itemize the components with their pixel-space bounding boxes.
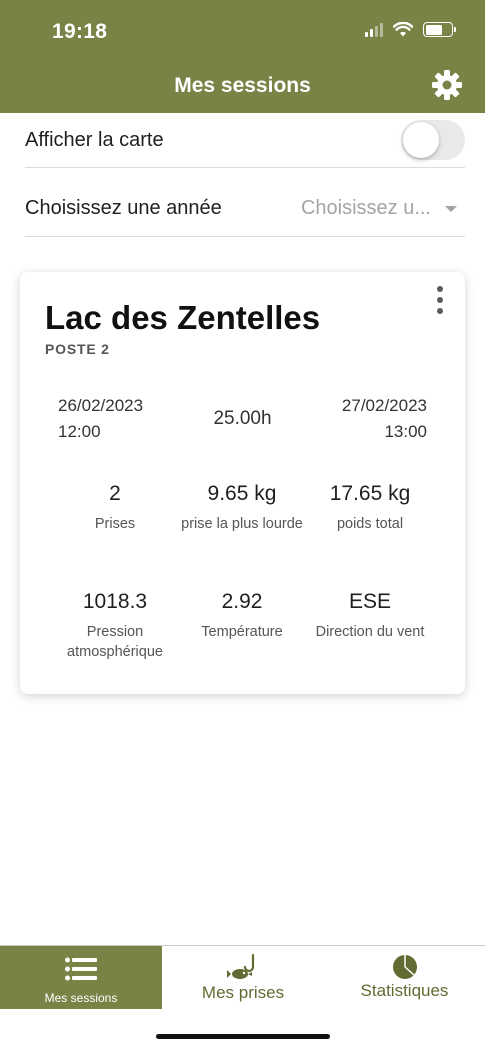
home-indicator xyxy=(156,1034,330,1039)
stat-catches: 2 Prises xyxy=(50,482,180,534)
tab-statistics[interactable]: Statistiques xyxy=(324,946,485,1009)
stat-value: ESE xyxy=(348,590,392,613)
stat-label: Prises xyxy=(94,516,136,532)
stat-temperature: 2.92 Température xyxy=(177,590,307,642)
session-subtitle: POSTE 2 xyxy=(45,341,110,357)
status-time: 19:18 xyxy=(52,20,108,43)
stat-label: poids total xyxy=(336,516,404,532)
tab-statistics-label: Statistiques xyxy=(360,981,449,1000)
year-dropdown[interactable]: Choisissez u... xyxy=(301,197,465,220)
stat-label: Direction du vent xyxy=(315,624,425,640)
show-map-toggle[interactable] xyxy=(401,120,465,160)
caret-down-icon xyxy=(445,205,457,212)
tab-catches[interactable]: Mes prises xyxy=(162,946,324,1009)
stat-label: prise la plus lourde xyxy=(181,516,303,532)
stat-value: 9.65 kg xyxy=(207,482,277,505)
stat-value: 1018.3 xyxy=(82,590,148,613)
stat-label: Température xyxy=(201,624,283,640)
pie-chart-icon xyxy=(392,955,417,979)
stat-label: Pression atmosphérique xyxy=(67,624,163,660)
stat-value: 2 xyxy=(109,482,121,505)
year-dropdown-value: Choisissez u... xyxy=(300,197,431,219)
stat-total-weight: 17.65 kg poids total xyxy=(305,482,435,534)
gear-icon[interactable] xyxy=(431,69,463,101)
battery-icon xyxy=(423,22,456,37)
wifi-icon xyxy=(393,22,413,37)
session-card[interactable]: Lac des Zentelles POSTE 2 26/02/2023 12:… xyxy=(20,272,465,694)
session-title: Lac des Zentelles xyxy=(45,299,321,336)
show-map-row: Afficher la carte xyxy=(25,113,465,168)
status-icons xyxy=(365,22,456,37)
end-time: 13:00 xyxy=(384,422,427,441)
session-end: 27/02/2023 13:00 xyxy=(342,393,427,445)
stat-value: 2.92 xyxy=(221,590,263,613)
header: 19:18 Mes sessions xyxy=(0,0,485,113)
more-options-icon[interactable] xyxy=(435,286,445,314)
bottom-tab-bar: Mes sessions Mes prises Statistiques xyxy=(0,945,485,1009)
list-icon xyxy=(65,957,97,981)
year-select-row: Choisissez une année Choisissez u... xyxy=(25,181,465,237)
end-date: 27/02/2023 xyxy=(341,396,427,415)
tab-sessions[interactable]: Mes sessions xyxy=(0,946,162,1009)
stat-pressure: 1018.3 Pression atmosphérique xyxy=(50,590,180,662)
show-map-label: Afficher la carte xyxy=(25,128,164,151)
stat-heaviest-catch: 9.65 kg prise la plus lourde xyxy=(177,482,307,534)
signal-icon xyxy=(365,22,383,37)
stat-wind-direction: ESE Direction du vent xyxy=(305,590,435,642)
page-title: Mes sessions xyxy=(174,74,311,97)
tab-catches-label: Mes prises xyxy=(201,983,285,1002)
year-label: Choisissez une année xyxy=(25,197,222,219)
stat-value: 17.65 kg xyxy=(329,482,411,505)
fish-hook-icon xyxy=(227,953,255,979)
tab-sessions-label: Mes sessions xyxy=(44,991,118,1005)
